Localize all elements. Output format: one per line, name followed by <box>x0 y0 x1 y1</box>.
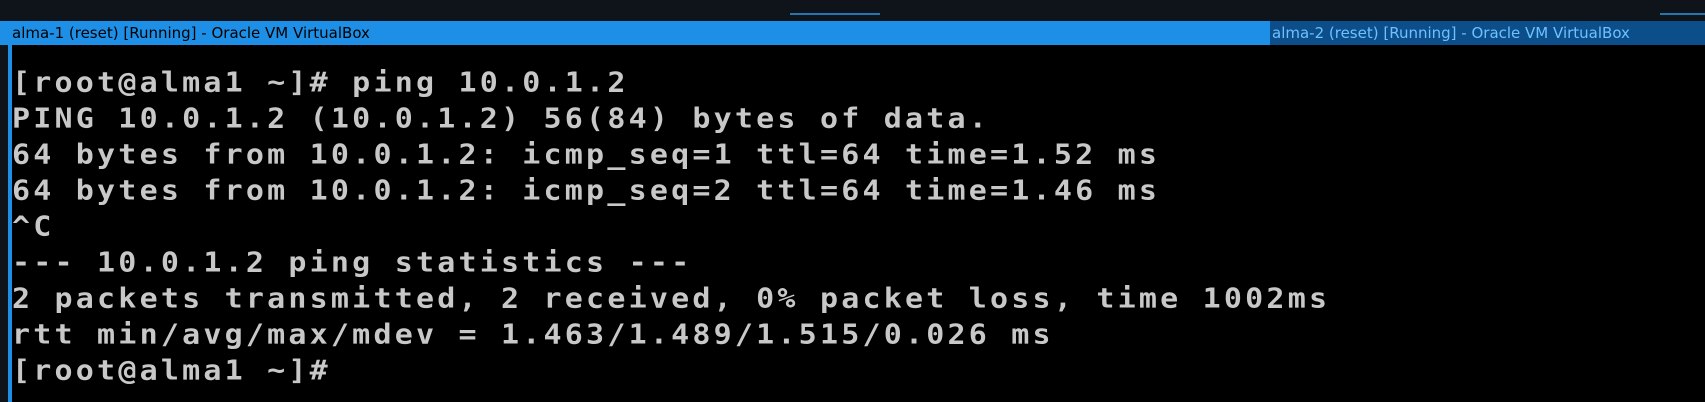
console-line: 64 bytes from 10.0.1.2: icmp_seq=2 ttl=6… <box>12 174 1161 207</box>
desktop-decoration <box>1660 13 1705 15</box>
console-line: 64 bytes from 10.0.1.2: icmp_seq=1 ttl=6… <box>12 138 1161 171</box>
vm-console[interactable]: [root@alma1 ~]# ping 10.0.1.2 PING 10.0.… <box>12 45 1705 402</box>
console-line: --- 10.0.1.2 ping statistics --- <box>12 246 693 279</box>
console-line: [root@alma1 ~]# ping 10.0.1.2 <box>12 66 629 99</box>
window-title-alma-1: alma-1 (reset) [Running] - Oracle VM Vir… <box>12 24 370 42</box>
console-line: 2 packets transmitted, 2 received, 0% pa… <box>12 282 1331 315</box>
console-output: [root@alma1 ~]# ping 10.0.1.2 PING 10.0.… <box>12 65 1330 389</box>
virtualbox-window-alma-2-titlebar[interactable]: alma-2 (reset) [Running] - Oracle VM Vir… <box>1270 21 1705 45</box>
console-line: PING 10.0.1.2 (10.0.1.2) 56(84) bytes of… <box>12 102 991 135</box>
virtualbox-window-alma-1[interactable]: alma-1 (reset) [Running] - Oracle VM Vir… <box>0 21 1705 402</box>
window-title-alma-2: alma-2 (reset) [Running] - Oracle VM Vir… <box>1272 24 1630 42</box>
console-line: rtt min/avg/max/mdev = 1.463/1.489/1.515… <box>12 318 1054 351</box>
desktop-decoration <box>790 13 880 15</box>
console-line: ^C <box>12 210 55 243</box>
window-titlebar[interactable]: alma-1 (reset) [Running] - Oracle VM Vir… <box>0 21 1705 45</box>
desktop: alma-1 (reset) [Running] - Oracle VM Vir… <box>0 0 1705 402</box>
console-prompt[interactable]: [root@alma1 ~]# <box>12 354 1330 387</box>
